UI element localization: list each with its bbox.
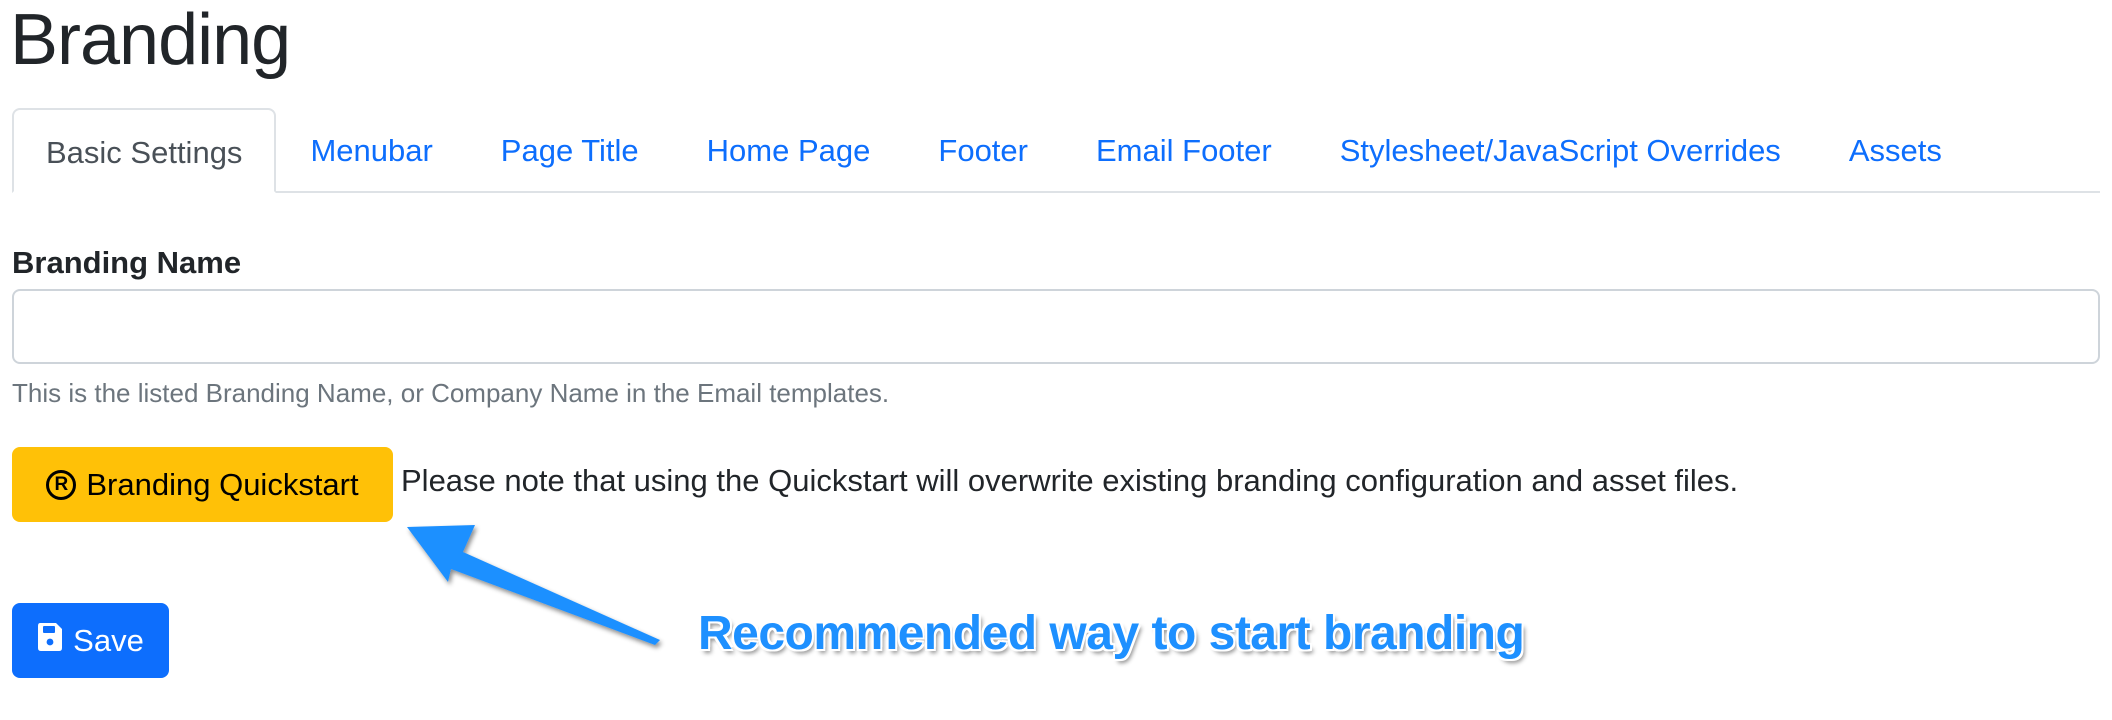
tab-home-page[interactable]: Home Page	[673, 108, 905, 191]
quickstart-note: Please note that using the Quickstart wi…	[401, 463, 1739, 498]
tab-email-footer[interactable]: Email Footer	[1062, 108, 1306, 191]
save-label: Save	[73, 622, 144, 658]
tab-page-title[interactable]: Page Title	[467, 108, 673, 191]
branding-name-label: Branding Name	[12, 245, 242, 280]
branding-name-help-text: This is the listed Branding Name, or Com…	[12, 378, 890, 408]
tab-footer[interactable]: Footer	[904, 108, 1062, 191]
save-button[interactable]: Save	[12, 603, 169, 678]
floppy-disk-icon	[37, 622, 63, 660]
tab-menubar[interactable]: Menubar	[276, 108, 466, 191]
branding-quickstart-button[interactable]: R Branding Quickstart	[12, 447, 393, 522]
annotation-text: Recommended way to start branding	[698, 607, 1525, 660]
tab-assets[interactable]: Assets	[1815, 108, 1976, 191]
branding-name-input[interactable]	[12, 289, 2100, 364]
tab-basic-settings[interactable]: Basic Settings	[12, 108, 277, 193]
registered-icon: R	[46, 469, 77, 500]
page-title: Branding	[10, 0, 291, 80]
branding-quickstart-label: Branding Quickstart	[86, 466, 359, 502]
tab-bar: Basic Settings Menubar Page Title Home P…	[12, 108, 2100, 193]
tab-stylesheet-javascript-overrides[interactable]: Stylesheet/JavaScript Overrides	[1306, 108, 1815, 191]
